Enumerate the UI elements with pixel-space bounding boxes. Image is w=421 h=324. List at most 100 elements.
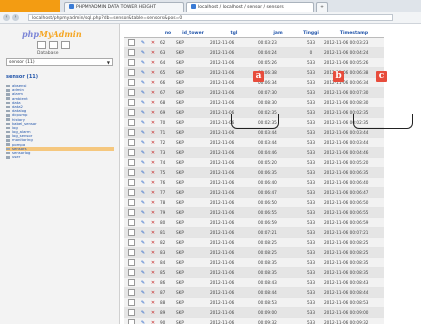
table-row[interactable]: ✎ ✕ 89 SKP 2012-11-06 00:09:00 533 2012-11-06 0…	[124, 307, 384, 318]
delete-icon[interactable]: ✕	[148, 307, 158, 318]
browser-menu-button[interactable]	[0, 0, 60, 12]
table-row[interactable]: ✎ ✕ 86 SKP 2012-11-06 00:08:43 533 2012-11-06 0…	[124, 277, 384, 288]
url-input[interactable]: localhost/phpmyadmin/sql.php?db=sensor&t…	[28, 14, 393, 21]
delete-icon[interactable]: ✕	[148, 77, 158, 88]
tab-localhost-sensors[interactable]: localhost / localhost / sensor / sensors	[186, 2, 314, 12]
row-checkbox[interactable]	[124, 297, 138, 308]
row-checkbox[interactable]	[124, 117, 138, 128]
database-select[interactable]: sensor (11) ▼	[6, 58, 113, 66]
table-row[interactable]: ✎ ✕ 75 SKP 2012-11-06 00:06:35 533 2012-11-06 0…	[124, 167, 384, 178]
edit-icon[interactable]: ✎	[138, 37, 148, 48]
checkbox[interactable]	[127, 128, 135, 136]
row-checkbox[interactable]	[124, 257, 138, 268]
edit-icon[interactable]: ✎	[138, 287, 148, 298]
row-checkbox[interactable]	[124, 267, 138, 278]
delete-icon[interactable]: ✕	[148, 127, 158, 138]
row-checkbox[interactable]	[124, 87, 138, 98]
checkbox[interactable]	[127, 48, 135, 56]
checkbox[interactable]	[127, 118, 135, 126]
docs-icon[interactable]	[61, 41, 70, 49]
delete-icon[interactable]: ✕	[148, 317, 158, 324]
row-checkbox[interactable]	[124, 167, 138, 178]
column-header-id-tower[interactable]: id_tower	[176, 30, 210, 38]
table-row[interactable]: ✎ ✕ 73 SKP 2012-11-06 00:04:46 533 2012-11-06 0…	[124, 147, 384, 158]
row-checkbox[interactable]	[124, 317, 138, 324]
table-row[interactable]: ✎ ✕ 85 SKP 2012-11-06 00:08:35 533 2012-11-06 0…	[124, 267, 384, 278]
row-checkbox[interactable]	[124, 77, 138, 88]
table-row[interactable]: ✎ ✕ 72 SKP 2012-11-06 00:03:44 533 2012-11-06 0…	[124, 137, 384, 148]
checkbox[interactable]	[127, 238, 135, 246]
edit-icon[interactable]: ✎	[138, 87, 148, 98]
home-icon[interactable]	[37, 41, 46, 49]
column-header-timestamp[interactable]: Timestamp	[324, 30, 384, 38]
checkbox[interactable]	[127, 188, 135, 196]
table-row[interactable]: ✎ ✕ 77 SKP 2012-11-06 00:06:47 533 2012-11-06 0…	[124, 187, 384, 198]
edit-icon[interactable]: ✎	[138, 317, 148, 324]
checkbox[interactable]	[127, 178, 135, 186]
edit-icon[interactable]: ✎	[138, 107, 148, 118]
delete-icon[interactable]: ✕	[148, 207, 158, 218]
checkbox[interactable]	[127, 208, 135, 216]
checkbox[interactable]	[127, 228, 135, 236]
edit-icon[interactable]: ✎	[138, 297, 148, 308]
row-checkbox[interactable]	[124, 147, 138, 158]
table-row[interactable]: ✎ ✕ 71 SKP 2012-11-06 00:03:44 533 2012-11-06 0…	[124, 127, 384, 138]
column-header-tinggi[interactable]: Tinggi	[298, 30, 324, 38]
edit-icon[interactable]: ✎	[138, 177, 148, 188]
delete-icon[interactable]: ✕	[148, 177, 158, 188]
table-row[interactable]: ✎ ✕ 83 SKP 2012-11-06 00:08:25 533 2012-11-06 0…	[124, 247, 384, 258]
delete-icon[interactable]: ✕	[148, 277, 158, 288]
delete-icon[interactable]: ✕	[148, 287, 158, 298]
edit-icon[interactable]: ✎	[138, 67, 148, 78]
delete-icon[interactable]: ✕	[148, 247, 158, 258]
row-checkbox[interactable]	[124, 287, 138, 298]
checkbox[interactable]	[127, 298, 135, 306]
delete-icon[interactable]: ✕	[148, 117, 158, 128]
table-row[interactable]: ✎ ✕ 79 SKP 2012-11-06 00:06:55 533 2012-11-06 0…	[124, 207, 384, 218]
edit-icon[interactable]: ✎	[138, 167, 148, 178]
table-row[interactable]: ✎ ✕ 87 SKP 2012-11-06 00:08:44 533 2012-11-06 0…	[124, 287, 384, 298]
table-row[interactable]: ✎ ✕ 80 SKP 2012-11-06 00:06:59 533 2012-11-06 0…	[124, 217, 384, 228]
row-checkbox[interactable]	[124, 277, 138, 288]
delete-icon[interactable]: ✕	[148, 217, 158, 228]
table-row[interactable]: ✎ ✕ 76 SKP 2012-11-06 00:06:40 533 2012-11-06 0…	[124, 177, 384, 188]
delete-icon[interactable]: ✕	[148, 37, 158, 48]
table-row[interactable]: ✎ ✕ 81 SKP 2012-11-06 00:07:21 533 2012-11-06 0…	[124, 227, 384, 238]
row-checkbox[interactable]	[124, 37, 138, 48]
edit-icon[interactable]: ✎	[138, 97, 148, 108]
edit-icon[interactable]: ✎	[138, 197, 148, 208]
checkbox[interactable]	[127, 108, 135, 116]
delete-icon[interactable]: ✕	[148, 47, 158, 58]
column-header-jam[interactable]: jam	[258, 30, 298, 38]
delete-icon[interactable]: ✕	[148, 107, 158, 118]
row-checkbox[interactable]	[124, 237, 138, 248]
edit-icon[interactable]: ✎	[138, 237, 148, 248]
table-row[interactable]: ✎ ✕ 74 SKP 2012-11-06 00:05:20 533 2012-11-06 0…	[124, 157, 384, 168]
delete-icon[interactable]: ✕	[148, 237, 158, 248]
edit-icon[interactable]: ✎	[138, 77, 148, 88]
checkbox[interactable]	[127, 68, 135, 76]
checkbox[interactable]	[127, 138, 135, 146]
table-row[interactable]: ✎ ✕ 68 SKP 2012-11-06 00:08:30 533 2012-11-06 0…	[124, 97, 384, 108]
edit-icon[interactable]: ✎	[138, 127, 148, 138]
delete-icon[interactable]: ✕	[148, 267, 158, 278]
delete-icon[interactable]: ✕	[148, 87, 158, 98]
delete-icon[interactable]: ✕	[148, 297, 158, 308]
row-checkbox[interactable]	[124, 157, 138, 168]
delete-icon[interactable]: ✕	[148, 197, 158, 208]
edit-icon[interactable]: ✎	[138, 137, 148, 148]
edit-icon[interactable]: ✎	[138, 217, 148, 228]
checkbox[interactable]	[127, 218, 135, 226]
row-checkbox[interactable]	[124, 97, 138, 108]
checkbox[interactable]	[127, 288, 135, 296]
table-row[interactable]: ✎ ✕ 90 SKP 2012-11-06 00:09:32 533 2012-11-06 0…	[124, 317, 384, 324]
row-checkbox[interactable]	[124, 207, 138, 218]
edit-icon[interactable]: ✎	[138, 247, 148, 258]
row-checkbox[interactable]	[124, 137, 138, 148]
row-checkbox[interactable]	[124, 127, 138, 138]
delete-icon[interactable]: ✕	[148, 97, 158, 108]
checkbox[interactable]	[127, 248, 135, 256]
delete-icon[interactable]: ✕	[148, 257, 158, 268]
sidebar-table-item[interactable]: user	[6, 154, 114, 159]
edit-icon[interactable]: ✎	[138, 47, 148, 58]
